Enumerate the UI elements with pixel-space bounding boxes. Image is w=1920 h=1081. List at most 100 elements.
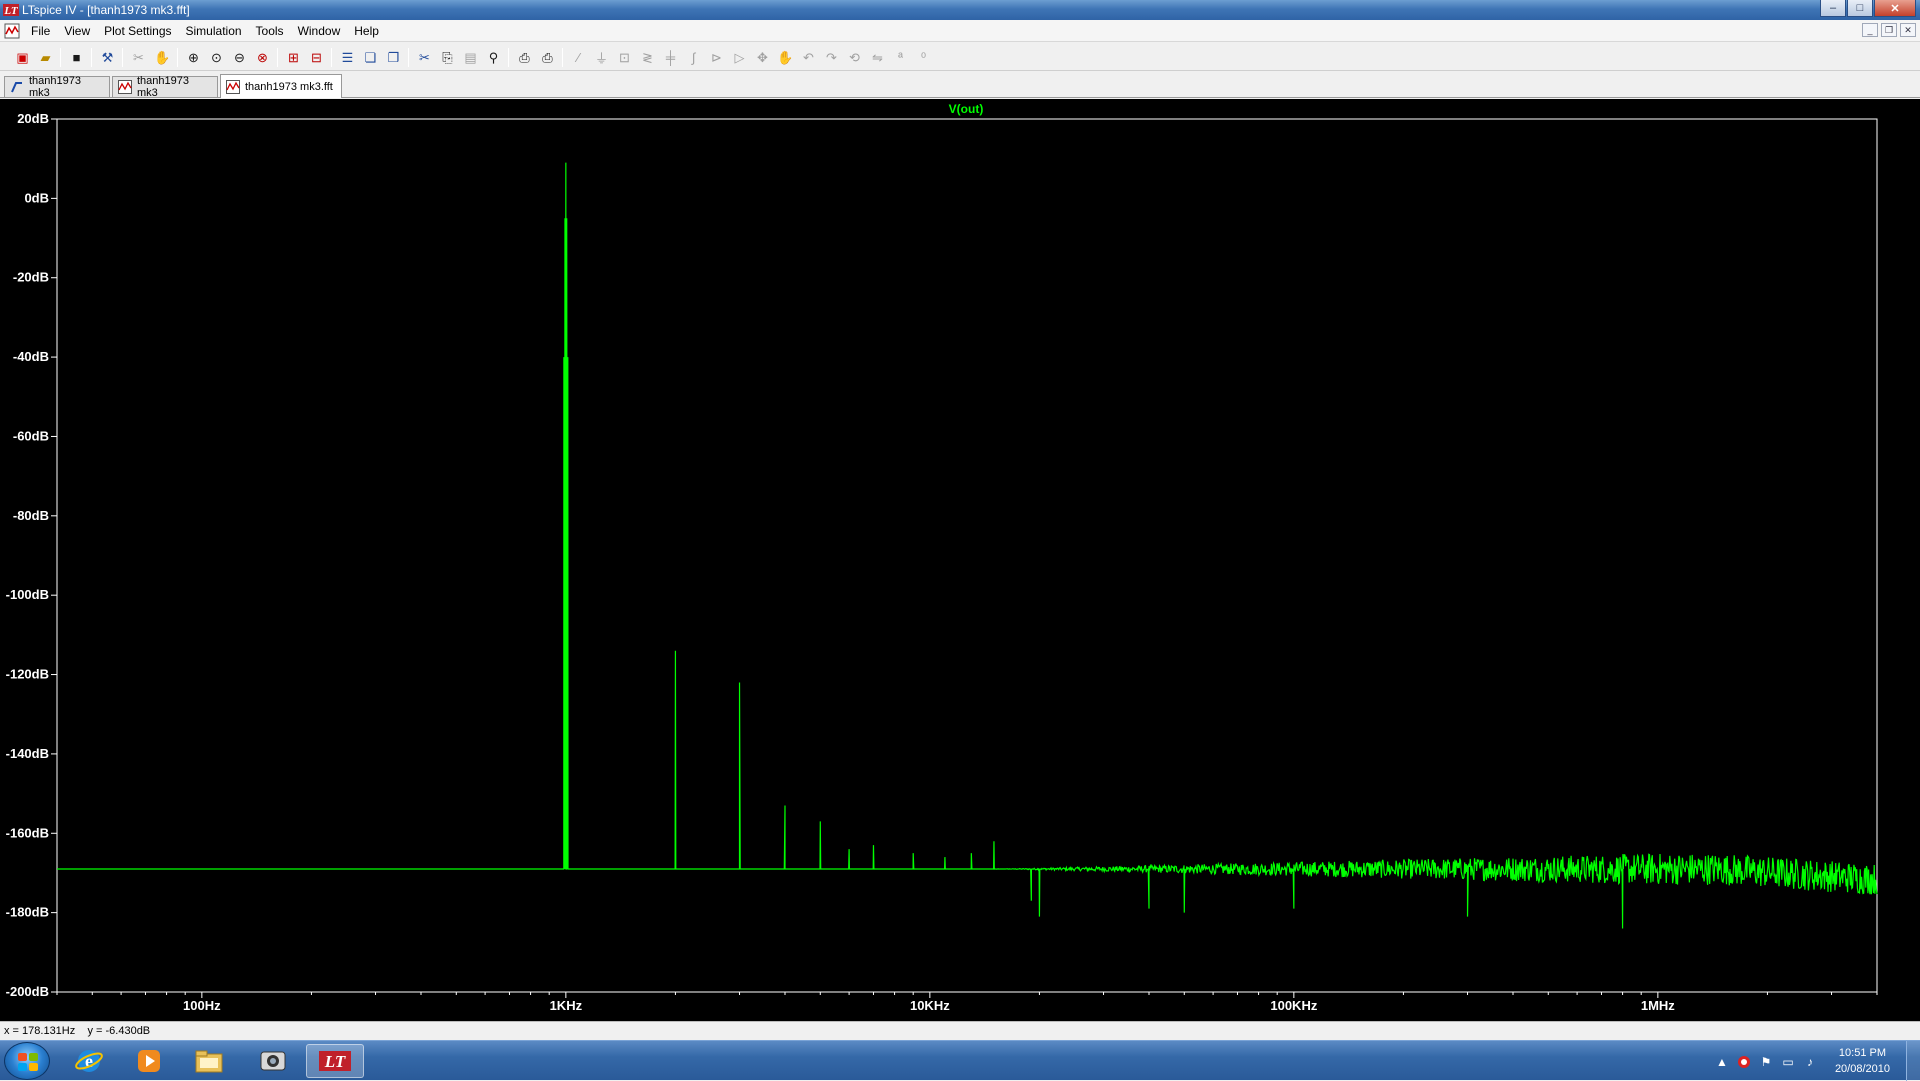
tab-label: thanh1973 mk3.fft [245, 80, 333, 93]
show-hidden-icons-icon[interactable]: ▲ [1714, 1054, 1730, 1070]
x-tick-label: 1KHz [550, 998, 583, 1013]
doc-minimize-button[interactable]: _ [1862, 23, 1878, 37]
new-schematic-icon[interactable]: ▣ [14, 49, 31, 66]
mirror-icon[interactable]: ⇋ [869, 49, 886, 66]
start-button[interactable] [4, 1042, 50, 1080]
y-tick-label: -40dB [13, 349, 49, 364]
toolbar: ▣ ▰ ■ ⚒ ✂ ✋ ⊕ ⊙ ⊖ ⊗ ⊞ ⊟ ☰ ❏ ❐ ✂ ⎘ ▤ ⚲ ⎙ … [0, 43, 1920, 71]
clock[interactable]: 10:51 PM 20/08/2010 [1835, 1045, 1890, 1077]
y-tick-label: -180dB [6, 905, 49, 920]
plot-pane[interactable]: V(out) 20dB 0dB -20dB -40dB -60dB -80dB -100dB… [0, 99, 1920, 1021]
y-axis: 20dB 0dB -20dB -40dB -60dB -80dB -100dB -120dB -… [6, 111, 57, 999]
move-icon[interactable]: ✥ [754, 49, 771, 66]
manual-limits-icon[interactable]: ⊟ [308, 49, 325, 66]
tab-label: thanh1973 mk3 [137, 75, 189, 99]
tile-horizontal-icon[interactable]: ☰ [339, 49, 356, 66]
maximize-button[interactable]: □ [1847, 0, 1873, 17]
tile-vertical-icon[interactable]: ❏ [362, 49, 379, 66]
taskbar-ltspice[interactable]: LT [306, 1044, 364, 1078]
menu-help[interactable]: Help [347, 24, 386, 38]
ground-icon[interactable]: ⏚ [593, 49, 610, 66]
diode-icon[interactable]: ⊳ [708, 49, 725, 66]
menu-bar: File View Plot Settings Simulation Tools… [0, 20, 1920, 42]
minimize-button[interactable]: – [1820, 0, 1846, 17]
menu-simulation[interactable]: Simulation [179, 24, 249, 38]
save-icon[interactable]: ■ [68, 49, 85, 66]
camera-app-icon [260, 1051, 286, 1071]
taskbar-internet-explorer[interactable]: e [60, 1044, 118, 1078]
doc-restore-button[interactable]: ❐ [1881, 23, 1897, 37]
zoom-fit-icon[interactable]: ⊗ [254, 49, 271, 66]
svg-text:LT: LT [3, 5, 19, 17]
menu-view[interactable]: View [57, 24, 97, 38]
menu-tools[interactable]: Tools [249, 24, 291, 38]
print-setup-icon[interactable]: ⎙ [516, 49, 533, 66]
open-folder-icon[interactable]: ▰ [37, 49, 54, 66]
find-icon[interactable]: ⚲ [485, 49, 502, 66]
ltspice-logo-icon: LT [3, 4, 19, 17]
drag-icon[interactable]: ✋ [777, 49, 794, 66]
y-tick-label: -20dB [13, 270, 49, 285]
taskbar-camera-app[interactable] [244, 1044, 302, 1078]
document-tabs: thanh1973 mk3 thanh1973 mk3 thanh1973 mk… [0, 74, 1920, 99]
taskbar-file-explorer[interactable] [180, 1044, 238, 1078]
document-waveform-icon[interactable] [4, 23, 20, 39]
resistor-icon[interactable]: ≷ [639, 49, 656, 66]
trace-vout[interactable] [57, 162, 1878, 929]
rotate-icon[interactable]: ⟲ [846, 49, 863, 66]
zoom-in-icon[interactable]: ⊕ [185, 49, 202, 66]
tab-label: thanh1973 mk3 [29, 75, 81, 99]
text-icon[interactable]: ª [892, 49, 909, 66]
fft-icon [226, 79, 240, 94]
menu-window[interactable]: Window [291, 24, 348, 38]
run-icon[interactable]: ✂ [130, 49, 147, 66]
menu-plot-settings[interactable]: Plot Settings [97, 24, 178, 38]
action-center-flag-icon[interactable]: ⚑ [1758, 1054, 1774, 1070]
media-player-icon [138, 1050, 160, 1072]
autorange-icon[interactable]: ⊞ [285, 49, 302, 66]
y-tick-label: -80dB [13, 508, 49, 523]
spice-directive-icon[interactable]: ⁰ [915, 49, 932, 66]
x-tick-label: 100Hz [183, 998, 221, 1013]
draw-wire-icon[interactable]: ∕ [570, 49, 587, 66]
zoom-out-icon[interactable]: ⊖ [231, 49, 248, 66]
y-tick-label: -140dB [6, 746, 49, 761]
cascade-icon[interactable]: ❐ [385, 49, 402, 66]
show-desktop-button[interactable] [1906, 1041, 1920, 1081]
menu-file[interactable]: File [24, 24, 57, 38]
component-icon[interactable]: ▷ [731, 49, 748, 66]
network-icon[interactable]: ▭ [1780, 1054, 1796, 1070]
zoom-area-icon[interactable]: ⊙ [208, 49, 225, 66]
close-button[interactable]: ✕ [1874, 0, 1916, 17]
capacitor-icon[interactable]: ╪ [662, 49, 679, 66]
taskbar-media-player[interactable] [120, 1044, 178, 1078]
paste-icon[interactable]: ▤ [462, 49, 479, 66]
window-title: LTspice IV - [thanh1973 mk3.fft] [22, 3, 190, 17]
label-net-icon[interactable]: ⊡ [616, 49, 633, 66]
title-bar: LT LTspice IV - [thanh1973 mk3.fft] – □ … [0, 0, 1920, 20]
print-icon[interactable]: ⎙ [539, 49, 556, 66]
tab-schematic[interactable]: thanh1973 mk3 [4, 75, 110, 99]
cut-icon[interactable]: ✂ [416, 49, 433, 66]
windows-logo-icon [18, 1053, 38, 1071]
undo-icon[interactable]: ↶ [800, 49, 817, 66]
y-tick-label: -200dB [6, 984, 49, 999]
antivirus-icon[interactable] [1736, 1054, 1752, 1070]
redo-icon[interactable]: ↷ [823, 49, 840, 66]
control-panel-icon[interactable]: ⚒ [99, 49, 116, 66]
inductor-icon[interactable]: ∫ [685, 49, 702, 66]
y-tick-label: 0dB [24, 190, 49, 205]
x-tick-label: 10KHz [910, 998, 950, 1013]
halt-icon[interactable]: ✋ [154, 49, 171, 66]
tab-fft[interactable]: thanh1973 mk3.fft [220, 74, 342, 98]
fft-plot[interactable]: V(out) 20dB 0dB -20dB -40dB -60dB -80dB -100dB… [0, 99, 1920, 1021]
volume-icon[interactable]: ♪ [1802, 1054, 1818, 1070]
tab-waveform[interactable]: thanh1973 mk3 [112, 75, 218, 99]
waveform-icon [118, 80, 132, 94]
copy-icon[interactable]: ⎘ [439, 49, 456, 66]
doc-close-button[interactable]: ✕ [1900, 23, 1916, 37]
document-window-controls: _ ❐ ✕ [1862, 23, 1916, 37]
trace-title[interactable]: V(out) [949, 102, 984, 116]
taskbar: e LT ▲ ⚑ ▭ ♪ 10:51 PM 20/08/2010 [0, 1040, 1920, 1081]
clock-time: 10:51 PM [1838, 1047, 1887, 1059]
